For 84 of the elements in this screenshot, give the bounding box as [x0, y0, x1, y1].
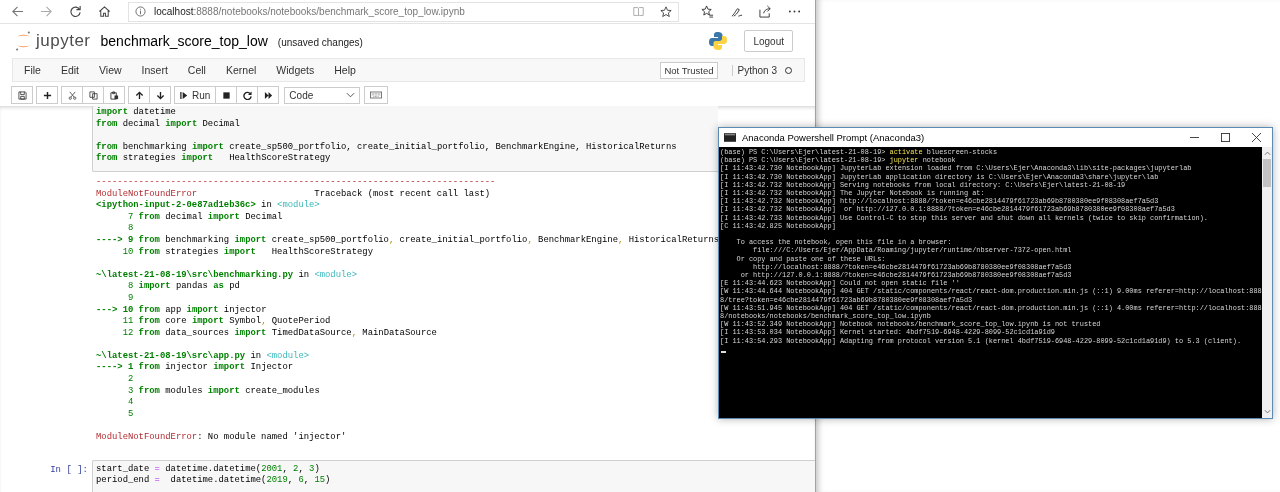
menu-item[interactable]: Kernel: [215, 64, 267, 76]
code-line: from decimal import Decimal: [96, 118, 241, 131]
output-line: <ipython-input-2-0e87ad1eb36c> in <module>: [96, 200, 320, 212]
stop-button[interactable]: [215, 86, 238, 104]
close-icon[interactable]: [1252, 133, 1261, 142]
scrollbar-thumb[interactable]: [1263, 159, 1271, 187]
down-arrow-icon: [155, 90, 165, 100]
save-button[interactable]: [11, 86, 33, 104]
output-line: 11 from core import Symbol, QuotePeriod: [121, 316, 331, 328]
copy-icon: [88, 90, 98, 100]
output-line: 8 import pandas as pd: [126, 281, 240, 293]
caret-icon: [346, 92, 356, 98]
favorites-icon[interactable]: [701, 5, 714, 18]
window-title: Anaconda Powershell Prompt (Anaconda3): [742, 132, 925, 143]
run-button[interactable]: Run: [174, 86, 217, 104]
code-line: import datetime: [96, 107, 177, 119]
output-line: 2: [126, 374, 134, 386]
notebook-title[interactable]: benchmark_score_top_low: [100, 33, 268, 49]
move-down-button[interactable]: [149, 86, 171, 104]
up-arrow-icon: [134, 90, 144, 100]
info-icon: [135, 6, 146, 17]
square-icon: [221, 90, 231, 100]
code-line: from benchmarking import create_sp500_portfolio, create_initial_portfolio, BenchmarkEngine, HistoricalReturns: [96, 141, 678, 153]
output-line: 12 from data_sources import TimedDataSource, MainDataSource: [121, 327, 437, 340]
trust-indicator[interactable]: Not Trusted: [660, 61, 718, 79]
output-line: 10 from strategies import HealthScoreStrategy: [121, 246, 373, 259]
menu-item[interactable]: Insert: [131, 64, 178, 76]
code-cell[interactable]: import datetime from decimal import Decimal from benchmarking import create_sp500_portfolio, create_initial_portfolio, BenchmarkEngine, HistoricalReturns from strategies import HealthScoreStrategy: [92, 106, 718, 172]
paste-button[interactable]: [103, 86, 125, 104]
code-line: period_end = datetime.datetime(2019, 6, 15): [96, 475, 332, 487]
output-line: ----> 1 from injector import Injector: [96, 362, 294, 375]
menu-item[interactable]: Widgets: [266, 64, 325, 76]
jupyter-logo[interactable]: jupyter: [15, 30, 91, 52]
star-icon[interactable]: [660, 5, 672, 18]
output-line: ~\latest-21-08-19\src\benchmarking.py in <module>: [96, 269, 357, 281]
cell-prompt: In [ ]:: [49, 463, 89, 477]
address-bar[interactable]: localhost:8888/notebooks/notebooks/benchmark_score_top_low.ipynb: [128, 1, 679, 22]
scrollbar[interactable]: [1262, 147, 1272, 418]
output-line: 3 from modules import create_modules: [126, 385, 320, 398]
menu-item[interactable]: Edit: [50, 64, 89, 76]
terminal-icon: [724, 133, 736, 142]
share-icon[interactable]: [759, 5, 772, 18]
python-logo-icon: [708, 31, 729, 51]
output-line: ~\latest-21-08-19\src\app.py in <module>: [96, 350, 310, 362]
keyboard-button[interactable]: [364, 86, 389, 104]
output-line: ---------------------------------------------------------------------------: [96, 176, 496, 189]
output-line: ---> 10 from app import injector: [96, 304, 267, 316]
circular-arrow-icon: [242, 90, 252, 100]
cell-type-dropdown[interactable]: Code: [284, 86, 361, 104]
code-line: start_date = datetime.datetime(2001, 2, 3): [96, 463, 321, 475]
output-line: 4: [126, 397, 134, 409]
code-cell[interactable]: start_date = datetime.datetime(2001, 2, 3) period_end = datetime.datetime(2019, 6, 15): [92, 459, 815, 492]
step-forward-icon: [180, 90, 189, 100]
plus-icon: [42, 90, 52, 100]
text-cursor-icon: [721, 350, 726, 353]
fast-forward-icon: [263, 90, 273, 100]
pen-icon[interactable]: [730, 5, 743, 18]
save-status: (unsaved changes): [277, 37, 363, 48]
keyboard-icon: [370, 91, 383, 99]
logout-button[interactable]: Logout: [744, 30, 793, 52]
menu-item[interactable]: Help: [324, 64, 366, 76]
output-line: 5: [126, 408, 134, 421]
copy-button[interactable]: [82, 86, 104, 104]
menu-item[interactable]: File: [13, 64, 51, 76]
back-icon[interactable]: [11, 5, 24, 18]
home-icon[interactable]: [98, 5, 111, 18]
output-line: ----> 9 from benchmarking import create_sp500_portfolio, create_initial_portfolio, BenchmarkEngine, HistoricalReturns: [96, 234, 720, 247]
output-line: ModuleNotFoundError: No module named 'injector': [96, 432, 347, 444]
menu-item[interactable]: Cell: [177, 64, 216, 76]
scissors-icon: [67, 90, 77, 100]
menu-item[interactable]: View: [89, 64, 132, 76]
output-line: 8: [126, 223, 134, 235]
fast-forward-button[interactable]: [257, 86, 280, 104]
restart-button[interactable]: [236, 86, 259, 104]
move-up-button[interactable]: [128, 86, 150, 104]
code-line: from strategies import HealthScoreStrategy: [96, 153, 332, 165]
output-line: 9: [126, 292, 134, 305]
clipboard-icon: [109, 90, 119, 100]
output-line: ModuleNotFoundError Traceback (most recent call last): [96, 188, 491, 200]
refresh-icon[interactable]: [69, 5, 82, 18]
kernel-name[interactable]: Python 3: [731, 64, 777, 76]
add-cell-button[interactable]: [36, 86, 58, 104]
maximize-icon[interactable]: [1221, 133, 1230, 142]
output-line: 7 from decimal import Decimal: [126, 211, 283, 224]
